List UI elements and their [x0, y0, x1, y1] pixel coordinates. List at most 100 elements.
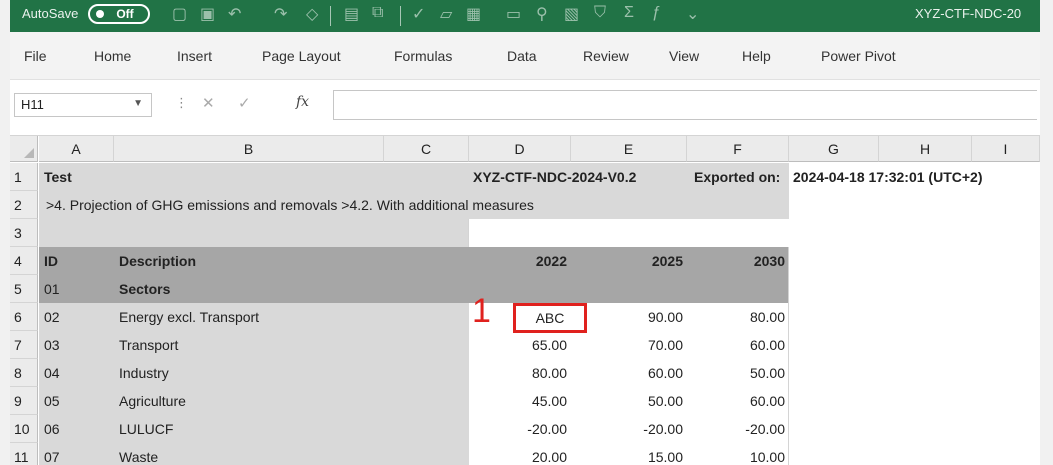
enter-icon[interactable]: ✓ — [238, 94, 251, 112]
table-icon[interactable]: ▦ — [466, 4, 481, 24]
cell-d6[interactable]: ABC — [516, 304, 584, 332]
tab-help[interactable]: Help — [742, 48, 771, 64]
cell-d4[interactable]: 2022 — [469, 247, 567, 275]
cell-e11[interactable]: 15.00 — [571, 443, 683, 465]
row-header-4[interactable]: 4 — [10, 247, 38, 275]
cell-a10[interactable]: 06 — [44, 415, 60, 443]
row-header-3[interactable]: 3 — [10, 219, 38, 247]
cell-e9[interactable]: 50.00 — [571, 387, 683, 415]
tab-formulas[interactable]: Formulas — [394, 48, 452, 64]
save-as-icon[interactable]: ▣ — [200, 4, 215, 24]
function-icon[interactable]: ƒ — [652, 4, 661, 22]
cell-a7[interactable]: 03 — [44, 331, 60, 359]
column-header-h[interactable]: H — [879, 136, 972, 162]
cell-g1[interactable]: 2024-04-18 17:32:01 (UTC+2) — [793, 163, 983, 191]
cell-d11[interactable]: 20.00 — [469, 443, 567, 465]
row-header-7[interactable]: 7 — [10, 331, 38, 359]
cell-b4[interactable]: Description — [119, 247, 196, 275]
autosum-icon[interactable]: Σ — [624, 4, 634, 22]
cell-b11[interactable]: Waste — [119, 443, 158, 465]
row-header-5[interactable]: 5 — [10, 275, 38, 303]
row-header-9[interactable]: 9 — [10, 387, 38, 415]
cell-f11[interactable]: 10.00 — [687, 443, 785, 465]
cell-f4[interactable]: 2030 — [687, 247, 785, 275]
cell-a8[interactable]: 04 — [44, 359, 60, 387]
column-header-c[interactable]: C — [384, 136, 469, 162]
cancel-icon[interactable]: ✕ — [202, 94, 215, 112]
cell-e8[interactable]: 60.00 — [571, 359, 683, 387]
divider — [788, 247, 789, 465]
name-box[interactable]: H11 ▼ — [14, 93, 152, 117]
cell-d7[interactable]: 65.00 — [469, 331, 567, 359]
tab-review[interactable]: Review — [583, 48, 629, 64]
tab-insert[interactable]: Insert — [177, 48, 212, 64]
insert-function-icon[interactable]: fx — [296, 94, 309, 110]
cell-e6[interactable]: 90.00 — [571, 303, 683, 331]
column-header-i[interactable]: I — [972, 136, 1040, 162]
annotation-number: 1 — [472, 292, 491, 330]
cell-f6[interactable]: 80.00 — [687, 303, 785, 331]
pivot-icon[interactable]: ▧ — [564, 4, 579, 24]
cell-a1[interactable]: Test — [44, 163, 72, 191]
tab-view[interactable]: View — [669, 48, 699, 64]
cell-e10[interactable]: -20.00 — [571, 415, 683, 443]
cell-d10[interactable]: -20.00 — [469, 415, 567, 443]
autosave-toggle[interactable]: Off — [88, 4, 150, 24]
row-header-1[interactable]: 1 — [10, 163, 38, 191]
cell-a4[interactable]: ID — [44, 247, 58, 275]
cell-b10[interactable]: LULUCF — [119, 415, 173, 443]
tab-power-pivot[interactable]: Power Pivot — [821, 48, 896, 64]
cell-f8[interactable]: 50.00 — [687, 359, 785, 387]
row-header-11[interactable]: 11 — [10, 443, 38, 465]
column-header-g[interactable]: G — [789, 136, 879, 162]
spelling-icon[interactable]: ✓ — [412, 4, 425, 24]
cell-b7[interactable]: Transport — [119, 331, 178, 359]
cell-a5[interactable]: 01 — [44, 275, 60, 303]
cell-a6[interactable]: 02 — [44, 303, 60, 331]
cell-e4[interactable]: 2025 — [571, 247, 683, 275]
column-header-b[interactable]: B — [114, 136, 384, 162]
column-header-a[interactable]: A — [39, 136, 114, 162]
cell-d6-highlight[interactable]: ABC — [513, 303, 587, 333]
cell-f10[interactable]: -20.00 — [687, 415, 785, 443]
row-header-10[interactable]: 10 — [10, 415, 38, 443]
row-header-6[interactable]: 6 — [10, 303, 38, 331]
cell-f7[interactable]: 60.00 — [687, 331, 785, 359]
clipboard-icon[interactable]: ▤ — [344, 4, 359, 24]
tab-file[interactable]: File — [24, 48, 47, 64]
cell-a9[interactable]: 05 — [44, 387, 60, 415]
column-header-f[interactable]: F — [687, 136, 789, 162]
tab-data[interactable]: Data — [507, 48, 537, 64]
cell-b9[interactable]: Agriculture — [119, 387, 186, 415]
undo-icon[interactable]: ↶ — [228, 4, 241, 24]
cell-f1[interactable]: Exported on: — [694, 163, 780, 191]
cell-a11[interactable]: 07 — [44, 443, 60, 465]
redo-icon[interactable]: ↷ — [274, 4, 287, 24]
filter-icon[interactable]: ⛉ — [594, 4, 606, 22]
cell-f9[interactable]: 60.00 — [687, 387, 785, 415]
cell-b6[interactable]: Energy excl. Transport — [119, 303, 259, 331]
tab-home[interactable]: Home — [94, 48, 131, 64]
cell-b8[interactable]: Industry — [119, 359, 169, 387]
tab-page-layout[interactable]: Page Layout — [262, 48, 341, 64]
formula-input[interactable] — [333, 90, 1037, 120]
chevron-down-icon[interactable]: ▼ — [133, 98, 143, 109]
cell-b5[interactable]: Sectors — [119, 275, 170, 303]
save-icon[interactable]: ▢ — [172, 4, 187, 24]
customize-icon[interactable]: ⌄ — [686, 4, 699, 24]
shape-icon[interactable]: ▱ — [440, 4, 452, 24]
copy-icon[interactable]: ⧉ — [372, 4, 383, 22]
comment-icon[interactable]: ▭ — [506, 4, 521, 24]
column-header-d[interactable]: D — [469, 136, 571, 162]
row-header-8[interactable]: 8 — [10, 359, 38, 387]
cell-a2[interactable]: >4. Projection of GHG emissions and remo… — [46, 191, 534, 219]
cell-d1[interactable]: XYZ-CTF-NDC-2024-V0.2 — [473, 163, 636, 191]
select-all-button[interactable] — [10, 136, 38, 162]
row-header-2[interactable]: 2 — [10, 191, 38, 219]
cell-e7[interactable]: 70.00 — [571, 331, 683, 359]
search-icon[interactable]: ⚲ — [536, 4, 548, 24]
column-header-e[interactable]: E — [571, 136, 687, 162]
cell-d8[interactable]: 80.00 — [469, 359, 567, 387]
format-painter-icon[interactable]: ◇ — [306, 4, 318, 24]
cell-d9[interactable]: 45.00 — [469, 387, 567, 415]
